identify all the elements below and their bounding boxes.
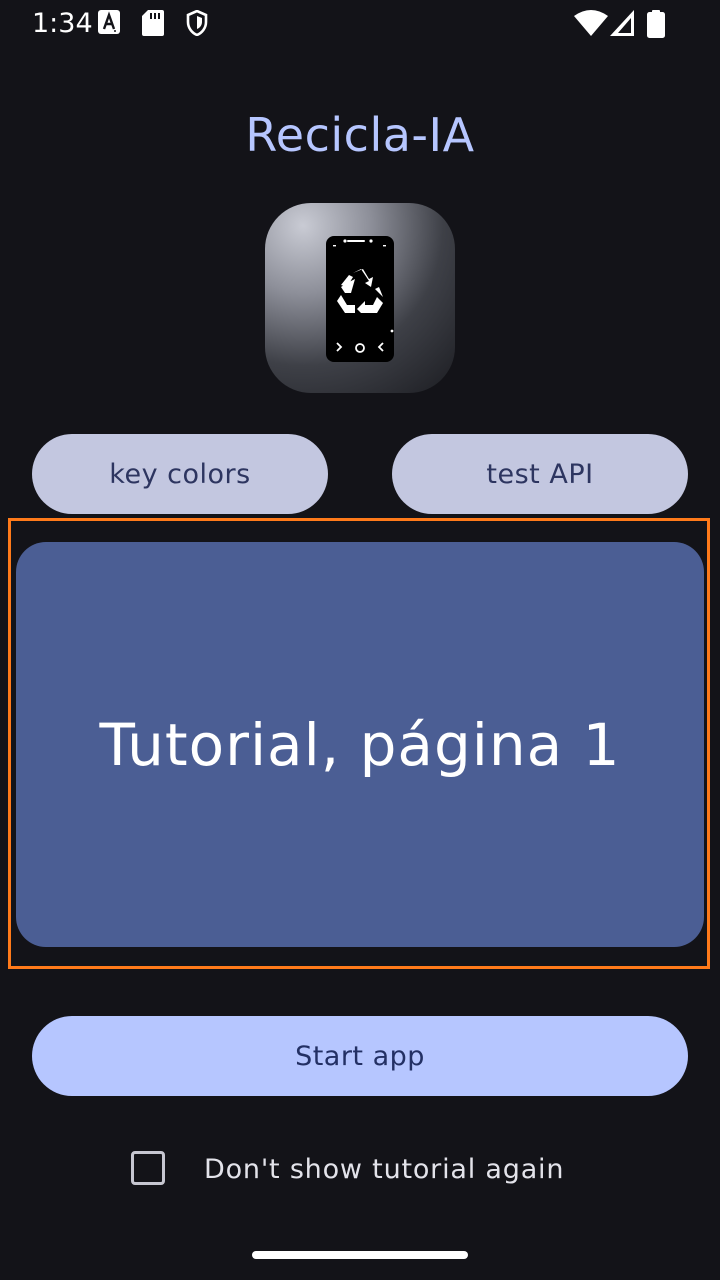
dont-show-tutorial-checkbox[interactable] [131,1151,165,1185]
tutorial-card[interactable]: Tutorial, página 1 [16,542,704,947]
screen: 1:34 Recicla-IA key colors test API Tuto… [0,0,720,1280]
gesture-nav-bar[interactable] [252,1251,468,1259]
phone-recycle-icon [326,236,394,362]
start-app-button[interactable]: Start app [32,1016,688,1096]
battery-icon [647,10,665,38]
test-api-button[interactable]: test API [392,434,688,514]
tutorial-page-text: Tutorial, página 1 [99,710,621,779]
sd-card-icon [142,10,164,36]
signal-icon [610,10,634,36]
app-title: Recicla-IA [245,108,475,162]
status-time: 1:34 [32,8,93,39]
app-logo [265,203,455,393]
wifi-icon [574,10,608,36]
shield-icon [186,10,208,36]
text-a-icon [98,10,120,34]
dont-show-tutorial-label[interactable]: Don't show tutorial again [204,1150,564,1190]
key-colors-button[interactable]: key colors [32,434,328,514]
